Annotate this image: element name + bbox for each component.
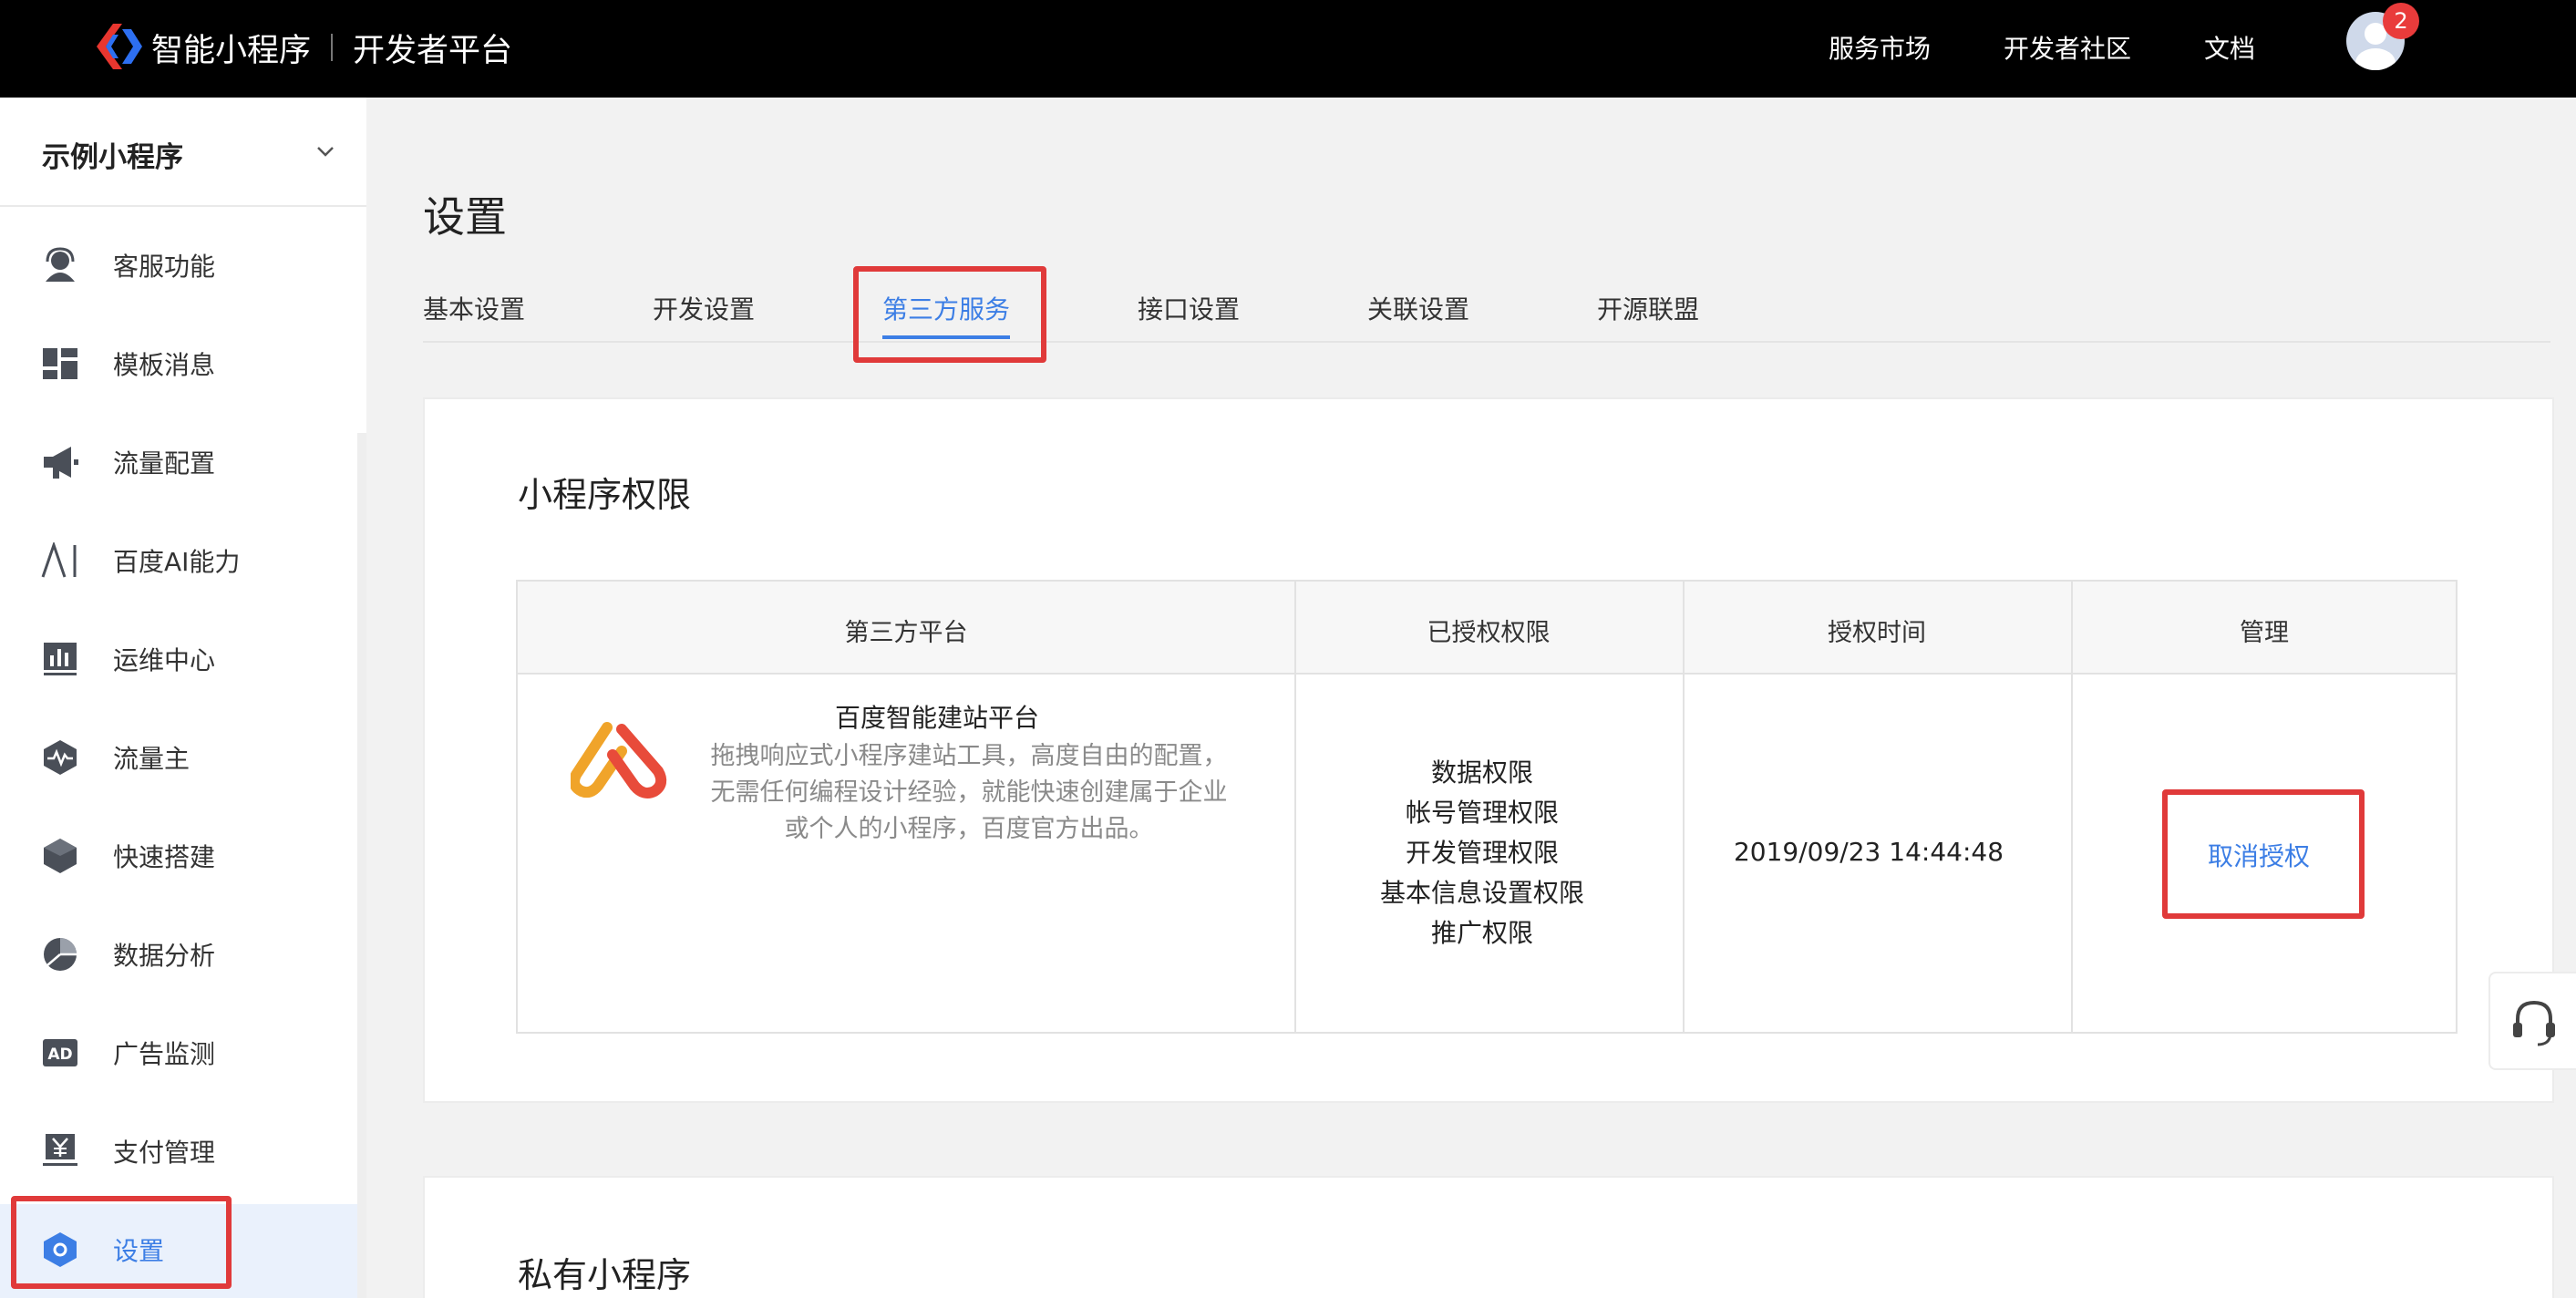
swan-logo-icon[interactable]: [91, 24, 142, 69]
nav-docs[interactable]: 文档: [2204, 24, 2255, 71]
permission-item: 开发管理权限: [1405, 838, 1559, 868]
permission-item: 帐号管理权限: [1405, 798, 1559, 828]
sidebar-scrollbar[interactable]: [357, 433, 366, 1298]
chevron-down-icon: [317, 147, 334, 157]
column-divider: [2071, 582, 2073, 1032]
sidebar-item-label: 客服功能: [113, 252, 216, 282]
yen-icon: [43, 1134, 77, 1166]
sidebar-item-ad-monitor[interactable]: AD 广告监测: [0, 1007, 357, 1098]
top-bar: 智能小程序 开发者平台 服务市场 开发者社区 文档 2: [0, 0, 2576, 98]
pie-chart-icon: [44, 938, 77, 971]
cube-icon: [44, 839, 77, 873]
app-selector[interactable]: 示例小程序: [0, 98, 366, 207]
tab-open-source-alliance[interactable]: 开源联盟: [1597, 290, 1699, 326]
brand-divider: [331, 34, 334, 61]
auth-time: 2019/09/23 14:44:48: [1733, 837, 2004, 867]
sidebar-item-label: 数据分析: [113, 941, 216, 971]
sidebar-item-label: 支付管理: [113, 1138, 216, 1168]
sidebar-item-label: 流量主: [113, 744, 191, 774]
sidebar: 示例小程序 客服功能 模板消息 流量配置 百度AI能力 运维中心 流量主 快速搭…: [0, 98, 366, 1298]
sidebar-item-template-message[interactable]: 模板消息: [0, 318, 357, 409]
nav-developer-community[interactable]: 开发者社区: [2004, 24, 2131, 71]
column-divider: [1683, 582, 1685, 1032]
sidebar-item-label: 流量配置: [113, 448, 216, 479]
sidebar-item-baidu-ai[interactable]: 百度AI能力: [0, 515, 357, 606]
sidebar-item-payment[interactable]: 支付管理: [0, 1106, 357, 1197]
permission-item: 数据权限: [1430, 757, 1533, 788]
site-builder-logo-icon: [571, 722, 667, 798]
ai-icon: [41, 542, 77, 578]
ad-icon: AD: [43, 1039, 77, 1066]
permission-item: 基本信息设置权限: [1379, 878, 1584, 908]
private-miniprogram-card: 私有小程序: [423, 1176, 2554, 1298]
notification-badge[interactable]: 2: [2383, 3, 2419, 39]
sidebar-item-label: 广告监测: [113, 1039, 216, 1069]
highlight-box-revoke: [2162, 789, 2365, 919]
tab-linked-settings[interactable]: 关联设置: [1367, 290, 1469, 326]
card-title: 私有小程序: [518, 1255, 692, 1295]
megaphone-icon: [44, 447, 78, 479]
sidebar-item-label: 运维中心: [113, 645, 216, 675]
highlight-box-tab: [853, 266, 1046, 363]
highlight-box-settings: [11, 1196, 232, 1289]
tab-dev-settings[interactable]: 开发设置: [653, 290, 755, 326]
svg-text:AD: AD: [47, 1046, 72, 1064]
sidebar-item-customer-service[interactable]: 客服功能: [0, 220, 357, 311]
sidebar-item-quick-build[interactable]: 快速搭建: [0, 810, 357, 901]
platform-description: 拖拽响应式小程序建站工具，高度自由的配置，无需任何编程设计经验，就能快速创建属于…: [710, 742, 1228, 843]
sidebar-item-data-analysis[interactable]: 数据分析: [0, 909, 357, 1000]
pulse-hexagon-icon: [44, 740, 77, 775]
headset-icon: [2513, 1000, 2555, 1046]
column-header: 授权时间: [1828, 619, 1926, 647]
platform-name: 开发者平台: [353, 32, 513, 69]
bar-chart-icon: [44, 643, 77, 675]
floating-support-button[interactable]: [2488, 972, 2576, 1070]
page-title: 设置: [423, 192, 507, 242]
tab-api-settings[interactable]: 接口设置: [1138, 290, 1240, 326]
sidebar-item-traffic-owner[interactable]: 流量主: [0, 712, 357, 803]
customer-service-icon: [46, 247, 75, 282]
sidebar-item-ops-center[interactable]: 运维中心: [0, 613, 357, 705]
column-header: 已授权权限: [1427, 619, 1551, 647]
nav-service-market[interactable]: 服务市场: [1829, 24, 1931, 71]
tab-basic-settings[interactable]: 基本设置: [423, 290, 525, 326]
sidebar-item-label: 百度AI能力: [113, 547, 241, 577]
brand-name: 智能小程序: [151, 32, 312, 69]
app-name: 示例小程序: [42, 141, 183, 174]
brand-title[interactable]: 智能小程序 开发者平台: [151, 24, 512, 71]
platform-name: 百度智能建站平台: [834, 703, 1039, 733]
sidebar-item-label: 快速搭建: [113, 842, 216, 872]
sidebar-item-label: 模板消息: [113, 350, 216, 380]
column-header: 第三方平台: [844, 619, 968, 647]
template-grid-icon: [43, 348, 77, 379]
card-title: 小程序权限: [518, 475, 692, 515]
column-header: 管理: [2240, 619, 2289, 647]
granted-permissions: 数据权限 帐号管理权限 开发管理权限 基本信息设置权限 推广权限: [1291, 753, 1674, 953]
sidebar-item-traffic-config[interactable]: 流量配置: [0, 417, 357, 508]
permission-item: 推广权限: [1430, 918, 1533, 948]
